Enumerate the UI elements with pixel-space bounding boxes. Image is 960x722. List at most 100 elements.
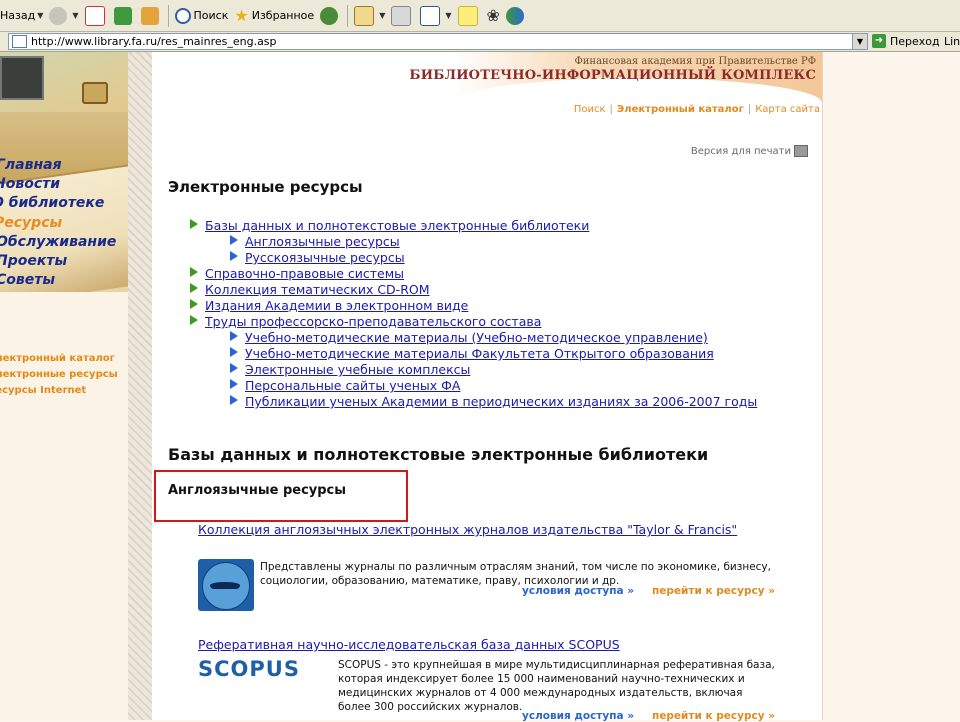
green-arrow-icon <box>190 283 198 293</box>
notes-button[interactable] <box>455 4 484 28</box>
section-title: Базы данных и полнотекстовые электронные… <box>168 445 709 464</box>
subsection-title: Англоязычные ресурсы <box>168 483 347 498</box>
go-to-resource-link[interactable]: перейти к ресурсу » <box>652 585 775 597</box>
back-button[interactable]: Назад ▼ <box>0 4 46 28</box>
quick-link-catalog[interactable]: Электронный каталог <box>0 353 115 364</box>
blue-arrow-icon <box>230 395 238 405</box>
decorative-divider <box>128 52 152 720</box>
gear-icon: ❀ <box>486 6 500 25</box>
tree-item[interactable]: Издания Академии в электронном виде <box>190 298 468 313</box>
printer-icon <box>391 5 412 26</box>
clock-shape <box>82 82 108 104</box>
go-to-resource-link[interactable]: перейти к ресурсу » <box>652 710 775 722</box>
sidebar-item-news[interactable]: Новости <box>0 176 60 192</box>
refresh-button[interactable] <box>111 4 138 28</box>
tree-item-label: Учебно-методические материалы Факультета… <box>245 346 714 361</box>
refresh-icon <box>113 6 132 25</box>
tree-item[interactable]: Труды профессорско-преподавательского со… <box>190 314 541 329</box>
sidebar-item-resources[interactable]: Ресурсы <box>0 215 62 231</box>
sidebar-item-projects[interactable]: Проекты <box>0 253 67 269</box>
nav-separator: | <box>609 104 613 115</box>
browser-toolbar: Назад ▼ ▼ Поиск ★ Избранное ▼ ▼ ❀ <box>0 0 960 32</box>
address-input[interactable]: http://www.library.fa.ru/res_mainres_eng… <box>8 33 868 50</box>
left-sidebar: Главная Новости О библиотеке Ресурсы Обс… <box>0 52 128 720</box>
mail-icon <box>354 5 375 26</box>
sidebar-item-home[interactable]: Главная <box>0 157 62 173</box>
top-nav-search[interactable]: Поиск <box>574 104 606 115</box>
sidebar-item-tips[interactable]: Советы <box>0 272 55 288</box>
lamp-icon <box>210 582 240 589</box>
quick-link-internet[interactable]: Ресурсы Internet <box>0 385 86 396</box>
tree-item-label: Электронные учебные комплексы <box>245 362 471 377</box>
tree-item[interactable]: Учебно-методические материалы (Учебно-ме… <box>230 330 708 345</box>
home-button[interactable] <box>138 4 165 28</box>
blue-arrow-icon <box>230 251 238 261</box>
main-content: Финансовая академия при Правительстве РФ… <box>152 52 822 722</box>
tree-item-label: Базы данных и полнотекстовые электронные… <box>205 218 590 233</box>
print-button[interactable] <box>388 4 417 28</box>
go-button[interactable]: ➜ Переход <box>872 34 940 48</box>
green-arrow-icon <box>190 267 198 277</box>
print-version-label: Версия для печати <box>690 145 791 157</box>
address-bar: http://www.library.fa.ru/res_mainres_eng… <box>0 32 960 52</box>
taylor-francis-logo-icon[interactable] <box>198 559 254 611</box>
print-version-link[interactable]: Версия для печати <box>691 145 808 157</box>
resource-description: SCOPUS - это крупнейшая в мире мультидис… <box>338 659 775 713</box>
top-nav-catalog[interactable]: Электронный каталог <box>617 104 744 115</box>
tree-item[interactable]: Справочно-правовые системы <box>190 266 404 281</box>
top-nav-sitemap[interactable]: Карта сайта <box>755 104 820 115</box>
research-button[interactable]: ❀ <box>484 4 503 28</box>
blue-arrow-icon <box>230 379 238 389</box>
chevron-down-icon[interactable]: ▼ <box>37 11 43 20</box>
blue-arrow-icon <box>230 235 238 245</box>
toolbar-divider <box>347 4 349 27</box>
word-icon <box>420 5 441 26</box>
links-button[interactable]: Lin <box>944 35 960 48</box>
page-icon <box>12 35 27 48</box>
green-arrow-icon <box>190 219 198 229</box>
resource-title-link[interactable]: Реферативная научно-исследовательская ба… <box>198 637 620 652</box>
site-banner: Финансовая академия при Правительстве РФ… <box>152 52 822 128</box>
sidebar-item-about[interactable]: О библиотеке <box>0 195 104 211</box>
tree-item[interactable]: Базы данных и полнотекстовые электронные… <box>190 218 589 233</box>
tree-item[interactable]: Учебно-методические материалы Факультета… <box>230 346 714 361</box>
green-arrow-icon <box>190 315 198 325</box>
stop-icon <box>84 5 105 26</box>
quick-link-eresources[interactable]: Электронные ресурсы <box>0 369 118 380</box>
sidebar-item-service[interactable]: Обслуживание <box>0 234 116 250</box>
tree-item-label: Учебно-методические материалы (Учебно-ме… <box>245 330 708 345</box>
access-conditions-link[interactable]: условия доступа » <box>522 710 634 722</box>
go-arrow-icon: ➜ <box>872 34 886 48</box>
tree-item[interactable]: Электронные учебные комплексы <box>230 362 470 377</box>
tree-item[interactable]: Русскоязычные ресурсы <box>230 250 405 265</box>
address-dropdown-button[interactable]: ▼ <box>852 34 867 49</box>
search-icon <box>174 7 191 24</box>
chevron-down-icon[interactable]: ▼ <box>445 11 451 20</box>
access-conditions-link[interactable]: условия доступа » <box>522 585 634 597</box>
resource-title-link[interactable]: Коллекция англоязычных электронных журна… <box>198 522 758 538</box>
favorites-button[interactable]: ★ Избранное <box>231 4 317 28</box>
edit-button[interactable]: ▼ <box>417 4 454 28</box>
forward-button[interactable]: ▼ <box>46 4 81 28</box>
monitor-shape <box>0 56 44 100</box>
mail-button[interactable]: ▼ <box>351 4 388 28</box>
search-button[interactable]: Поиск <box>172 4 232 28</box>
chevron-down-icon[interactable]: ▼ <box>72 11 78 20</box>
chevron-down-icon[interactable]: ▼ <box>379 11 385 20</box>
academy-name: Финансовая академия при Правительстве РФ <box>574 56 816 67</box>
complex-name: БИБЛИОТЕЧНО-ИНФОРМАЦИОННЫЙ КОМПЛЕКС <box>409 68 816 83</box>
tree-item-label: Справочно-правовые системы <box>205 266 405 281</box>
printer-icon <box>794 145 808 157</box>
stop-button[interactable] <box>82 4 111 28</box>
history-button[interactable] <box>317 4 344 28</box>
tree-item[interactable]: Коллекция тематических CD-ROM <box>190 282 430 297</box>
tree-item[interactable]: Публикации ученых Академии в периодическ… <box>230 394 757 409</box>
scopus-logo[interactable]: SCOPUS <box>198 657 300 681</box>
banner-wave <box>452 78 822 128</box>
home-icon <box>140 6 159 25</box>
green-arrow-icon <box>190 299 198 309</box>
messenger-button[interactable] <box>503 4 530 28</box>
tree-item[interactable]: Персональные сайты ученых ФА <box>230 378 460 393</box>
tree-item-label: Труды профессорско-преподавательского со… <box>205 314 542 329</box>
tree-item[interactable]: Англоязычные ресурсы <box>230 234 400 249</box>
